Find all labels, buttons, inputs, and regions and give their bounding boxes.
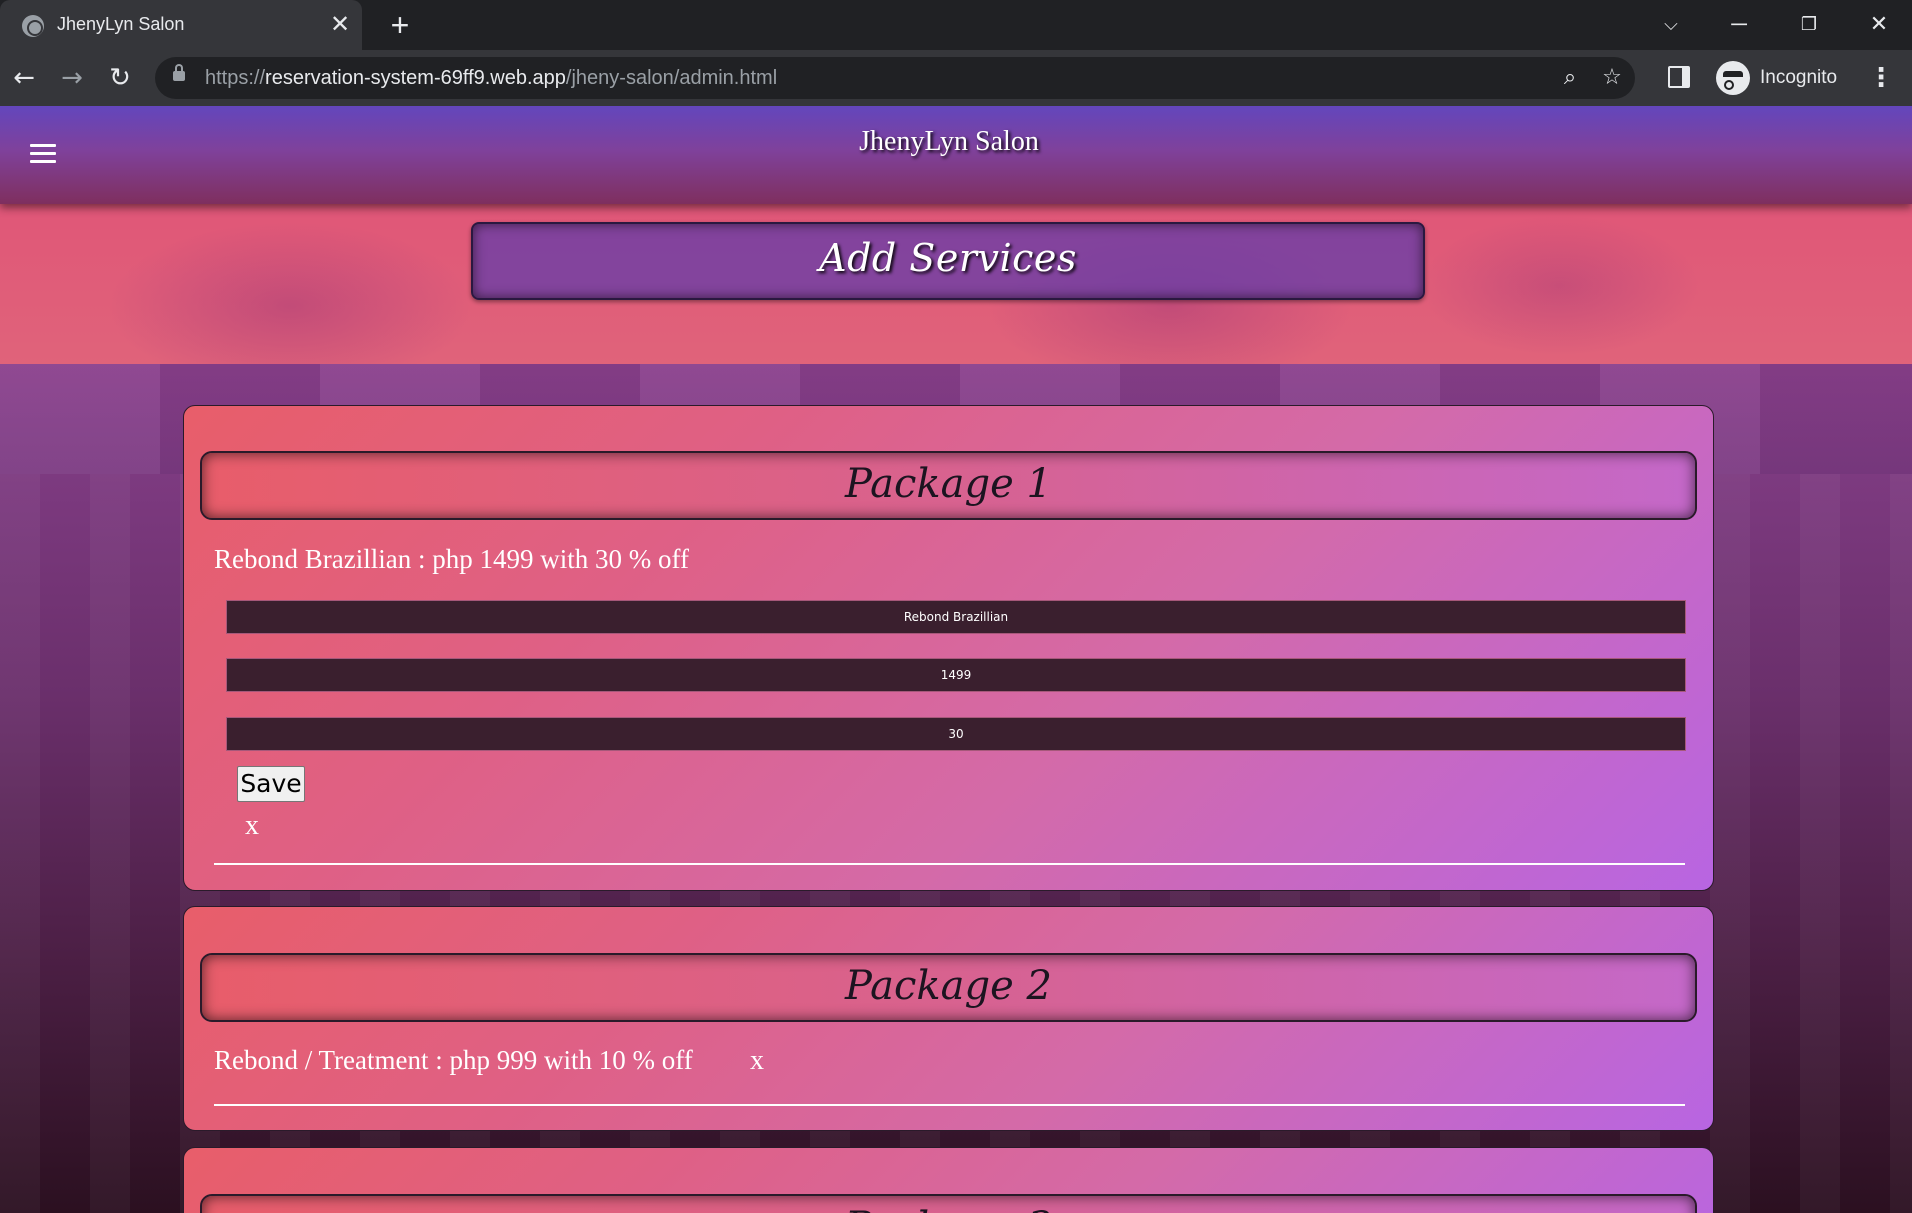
package-heading-box: Package 1 xyxy=(200,451,1697,520)
divider xyxy=(214,863,1685,865)
page-viewport: JhenyLyn Salon Add Services Package 1 Re… xyxy=(0,106,1912,1213)
divider xyxy=(214,1104,1685,1106)
incognito-icon xyxy=(1716,61,1750,95)
site-header: JhenyLyn Salon xyxy=(0,106,1912,204)
package-heading: Package 3 xyxy=(202,1204,1695,1213)
service-name-input[interactable]: Rebond Brazillian xyxy=(226,600,1686,634)
browser-toolbar: ← → ↻ https://reservation-system-69ff9.w… xyxy=(0,50,1912,106)
service-summary: Rebond / Treatment : php 999 with 10 % o… xyxy=(214,1045,693,1075)
package-heading: Package 2 xyxy=(845,963,1052,1009)
browser-tab-strip: JhenyLyn Salon ✕ + ⌵ ─ ❐ ✕ xyxy=(0,0,1912,50)
url-text: https://reservation-system-69ff9.web.app… xyxy=(205,67,778,89)
package-heading-box: Package 2 xyxy=(200,953,1697,1022)
page-banner: Add Services xyxy=(471,222,1425,300)
package-card: Package 2 Rebond / Treatment : php 999 w… xyxy=(183,906,1714,1131)
new-tab-button[interactable]: + xyxy=(382,6,418,44)
site-title: JhenyLyn Salon xyxy=(859,126,1039,157)
back-icon[interactable]: ← xyxy=(6,60,42,96)
address-bar[interactable]: https://reservation-system-69ff9.web.app… xyxy=(155,57,1635,99)
service-price-input[interactable]: 1499 xyxy=(226,658,1686,692)
tab-search-icon[interactable]: ⌵ xyxy=(1648,6,1694,42)
package-card: Package 1 Rebond Brazillian : php 1499 w… xyxy=(183,405,1714,891)
incognito-label: Incognito xyxy=(1760,67,1838,88)
lock-icon[interactable] xyxy=(173,64,185,81)
globe-icon xyxy=(22,15,44,37)
forward-icon[interactable]: → xyxy=(54,60,90,96)
menu-icon[interactable]: ⋮ xyxy=(1868,60,1894,96)
tab-title: JhenyLyn Salon xyxy=(57,14,185,34)
package-heading-box: Package 3 xyxy=(200,1194,1697,1213)
zoom-icon[interactable]: ⌕ xyxy=(1555,63,1585,93)
remove-service-button[interactable]: x xyxy=(750,1045,764,1077)
close-tab-icon[interactable]: ✕ xyxy=(326,9,354,39)
remove-service-button[interactable]: x xyxy=(245,810,259,842)
star-icon[interactable]: ☆ xyxy=(1597,63,1627,93)
service-summary: Rebond Brazillian : php 1499 with 30 % o… xyxy=(214,544,689,574)
reload-icon[interactable]: ↻ xyxy=(102,60,138,96)
incognito-profile[interactable]: Incognito xyxy=(1714,57,1844,99)
close-window-button[interactable]: ✕ xyxy=(1856,6,1902,42)
restore-button[interactable]: ❐ xyxy=(1786,6,1832,42)
minimize-button[interactable]: ─ xyxy=(1716,6,1762,42)
side-panel-icon[interactable] xyxy=(1668,66,1690,88)
package-heading: Package 1 xyxy=(845,461,1052,507)
package-card: Package 3 xyxy=(183,1147,1714,1213)
page-title: Add Services xyxy=(819,236,1077,280)
browser-tab[interactable]: JhenyLyn Salon ✕ xyxy=(0,0,362,50)
save-button[interactable]: Save xyxy=(237,766,305,802)
service-discount-input[interactable]: 30 xyxy=(226,717,1686,751)
